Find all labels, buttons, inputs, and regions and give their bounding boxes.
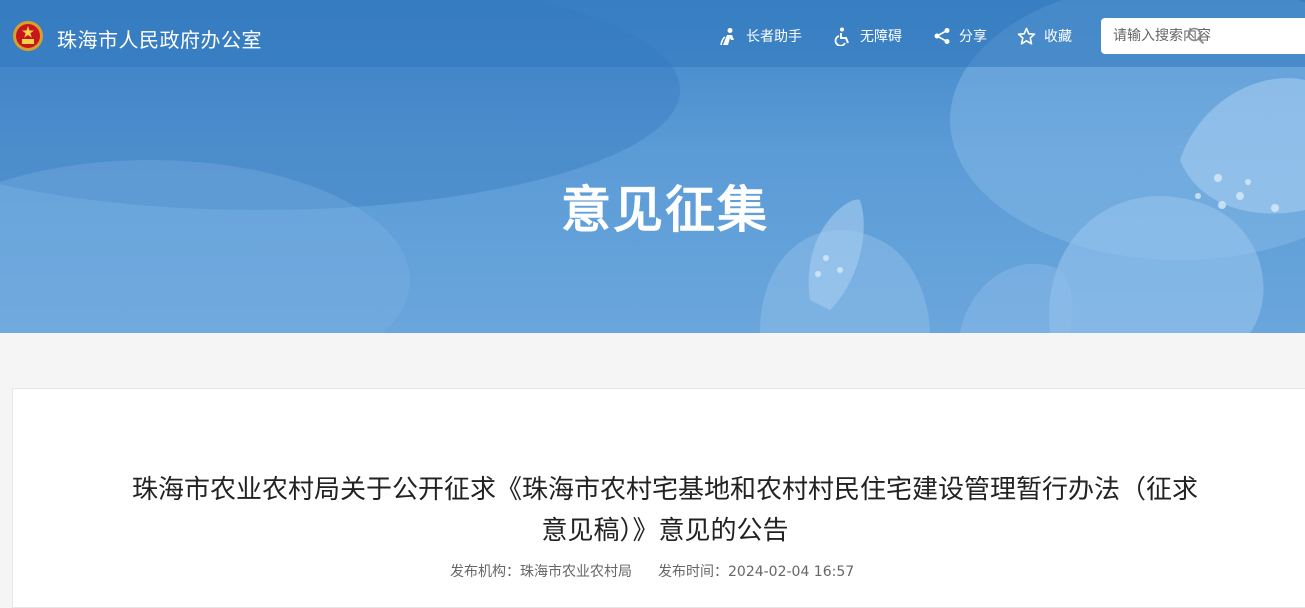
publish-time-value: 2024-02-04 16:57	[728, 564, 855, 580]
search-icon[interactable]	[1187, 27, 1205, 45]
elder-helper-label: 长者助手	[746, 29, 802, 45]
publisher-value: 珠海市农业农村局	[520, 564, 632, 580]
star-icon	[1017, 27, 1036, 45]
elder-helper-icon	[720, 27, 734, 45]
publish-time-label: 发布时间：	[658, 564, 728, 580]
top-bar: 珠海市人民政府办公室 长者助手 无障碍 分享 收藏 请输入搜索内容	[0, 0, 1305, 67]
accessibility-label: 无障碍	[860, 29, 902, 45]
accessibility-button[interactable]: 无障碍	[834, 26, 902, 46]
favorite-button[interactable]: 收藏	[1017, 26, 1072, 46]
site-title[interactable]: 珠海市人民政府办公室	[57, 24, 262, 53]
banner-title: 意见征集	[561, 181, 769, 239]
favorite-label: 收藏	[1044, 29, 1072, 45]
article-meta: 发布机构：珠海市农业农村局 发布时间：2024-02-04 16:57	[450, 561, 854, 581]
national-emblem-icon[interactable]	[12, 20, 44, 52]
article-title: 珠海市农业农村局关于公开征求《珠海市农村宅基地和农村村民住宅建设管理暂行办法（征…	[131, 475, 1198, 546]
share-icon	[934, 28, 950, 44]
banner: 珠海市人民政府办公室 长者助手 无障碍 分享 收藏 请输入搜索内容 意见征集	[0, 0, 1305, 333]
publisher-label: 发布机构：	[450, 564, 520, 580]
elder-helper-button[interactable]: 长者助手	[719, 26, 802, 46]
share-label: 分享	[959, 29, 987, 45]
share-button[interactable]: 分享	[933, 26, 987, 46]
wheelchair-icon	[834, 27, 849, 46]
